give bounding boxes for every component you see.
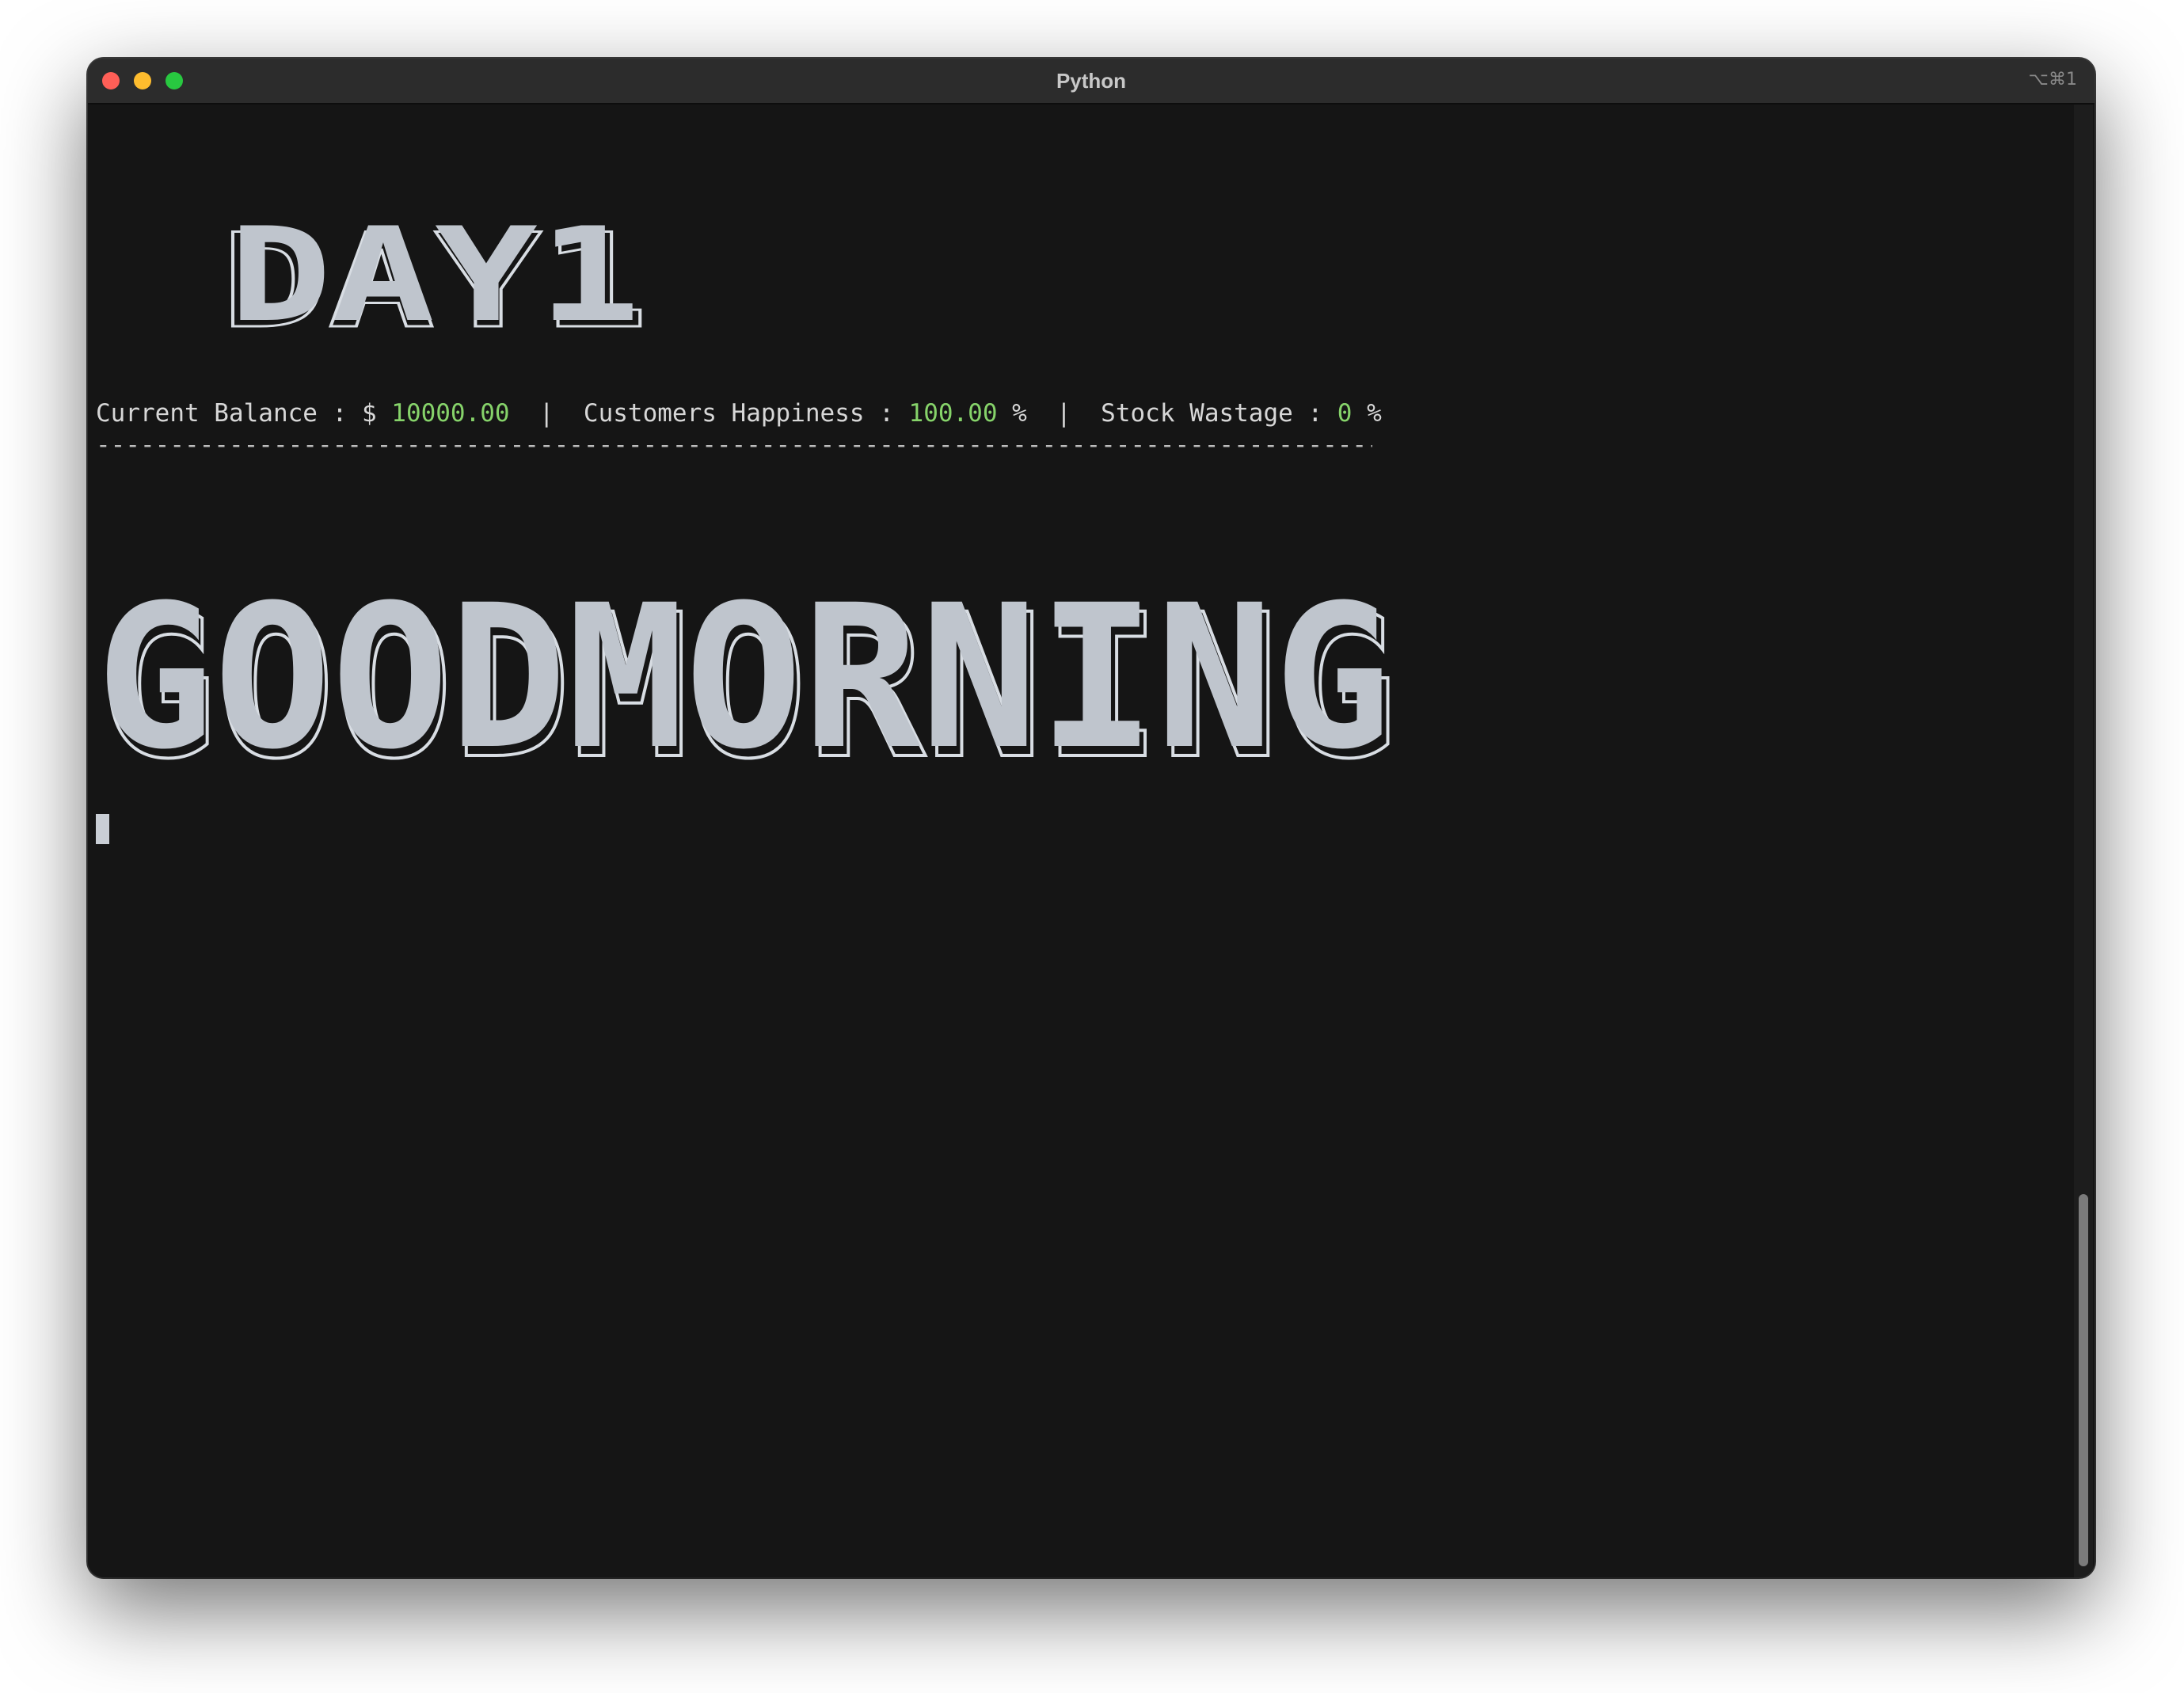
divider-line: ----------------------------------------… — [96, 431, 1372, 459]
happiness-value: 100.00 — [908, 399, 998, 428]
balance-label: Current Balance : $ — [96, 399, 392, 428]
terminal-content[interactable]: DAY1 DAY1 Current Balance : $ 10000.00 |… — [88, 105, 2095, 1577]
day-banner: DAY1 DAY1 — [220, 200, 650, 359]
status-separator: | — [509, 399, 584, 428]
wastage-label: Stock Wastage : — [1101, 399, 1337, 428]
greeting-banner: GOODMORNING GOODMORNING — [96, 562, 1399, 804]
happiness-label: Customers Happiness : — [583, 399, 909, 428]
happiness-unit: % — [997, 399, 1027, 428]
status-line: Current Balance : $ 10000.00 | Customers… — [96, 398, 1382, 429]
greeting-banner-text: GOODMORNING — [96, 562, 1391, 793]
terminal-window: Python ⌥⌘1 DAY1 DAY1 Current Balance : $… — [88, 59, 2095, 1577]
day-banner-text: DAY1 — [229, 200, 641, 351]
balance-value: 10000.00 — [391, 399, 510, 428]
scrollbar-thumb[interactable] — [2079, 1194, 2088, 1566]
window-shortcut: ⌥⌘1 — [2028, 70, 2077, 89]
status-separator: | — [1026, 399, 1102, 428]
scrollbar[interactable] — [2074, 105, 2093, 1577]
wastage-value: 0 — [1337, 399, 1353, 428]
desktop: Python ⌥⌘1 DAY1 DAY1 Current Balance : $… — [0, 0, 2184, 1693]
window-title: Python — [1056, 69, 1127, 93]
text-cursor — [96, 814, 109, 844]
title-bar[interactable]: Python ⌥⌘1 — [88, 59, 2095, 105]
wastage-unit: % — [1352, 399, 1382, 428]
